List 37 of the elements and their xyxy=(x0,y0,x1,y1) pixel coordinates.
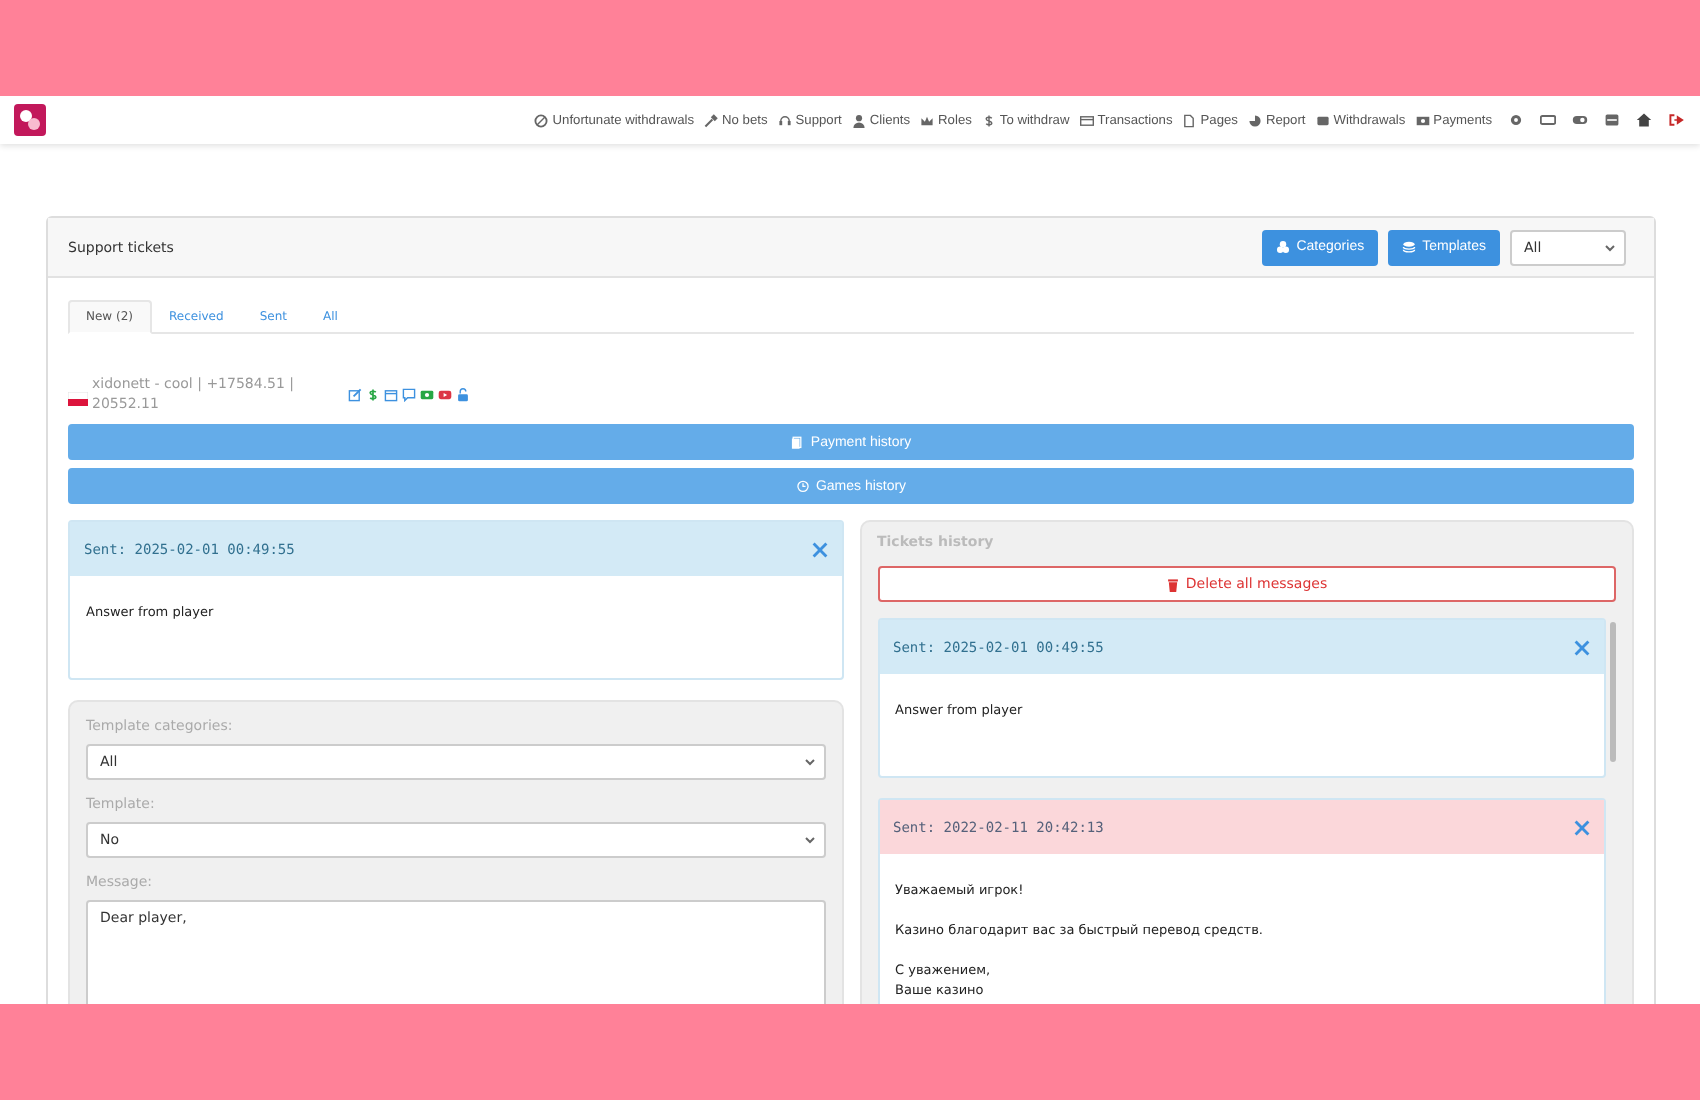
trash-icon xyxy=(1165,577,1180,591)
banknote-icon xyxy=(1415,113,1430,127)
inbox-icon[interactable] xyxy=(1604,112,1620,128)
close-icon[interactable] xyxy=(1574,819,1590,835)
circle-icon xyxy=(534,113,549,127)
chat-icon[interactable] xyxy=(402,387,416,401)
card-icon xyxy=(1079,113,1094,127)
clock-icon xyxy=(795,479,810,493)
video-icon[interactable] xyxy=(438,387,452,401)
card-icon[interactable] xyxy=(1540,112,1556,128)
calendar-icon[interactable] xyxy=(384,387,398,401)
file-icon xyxy=(1182,113,1197,127)
banknote-icon[interactable] xyxy=(420,387,434,401)
crown-icon xyxy=(920,113,935,127)
logo-icon[interactable] xyxy=(14,104,46,136)
database-icon xyxy=(1402,240,1417,254)
settings-icon[interactable] xyxy=(1508,112,1524,128)
headset-icon xyxy=(777,113,792,127)
chevron-down-icon xyxy=(1604,243,1616,251)
dollar-icon xyxy=(981,113,996,127)
close-icon[interactable] xyxy=(811,541,827,557)
home-icon[interactable] xyxy=(1636,112,1652,128)
close-icon[interactable] xyxy=(1574,639,1590,655)
copy-icon xyxy=(790,435,805,449)
edit-icon[interactable] xyxy=(348,387,362,401)
chevron-down-icon xyxy=(803,836,815,844)
scrollbar[interactable] xyxy=(1610,622,1616,762)
gavel-icon xyxy=(704,113,719,127)
user-icon xyxy=(851,113,866,127)
pie-chart-icon xyxy=(1247,113,1262,127)
flag-icon xyxy=(68,392,88,406)
chevron-down-icon xyxy=(803,758,815,766)
dollar-icon[interactable] xyxy=(366,387,380,401)
wallet-icon xyxy=(1315,113,1330,127)
logout-icon[interactable] xyxy=(1668,112,1684,128)
circles-icon xyxy=(1276,240,1291,254)
unlock-icon[interactable] xyxy=(456,387,470,401)
